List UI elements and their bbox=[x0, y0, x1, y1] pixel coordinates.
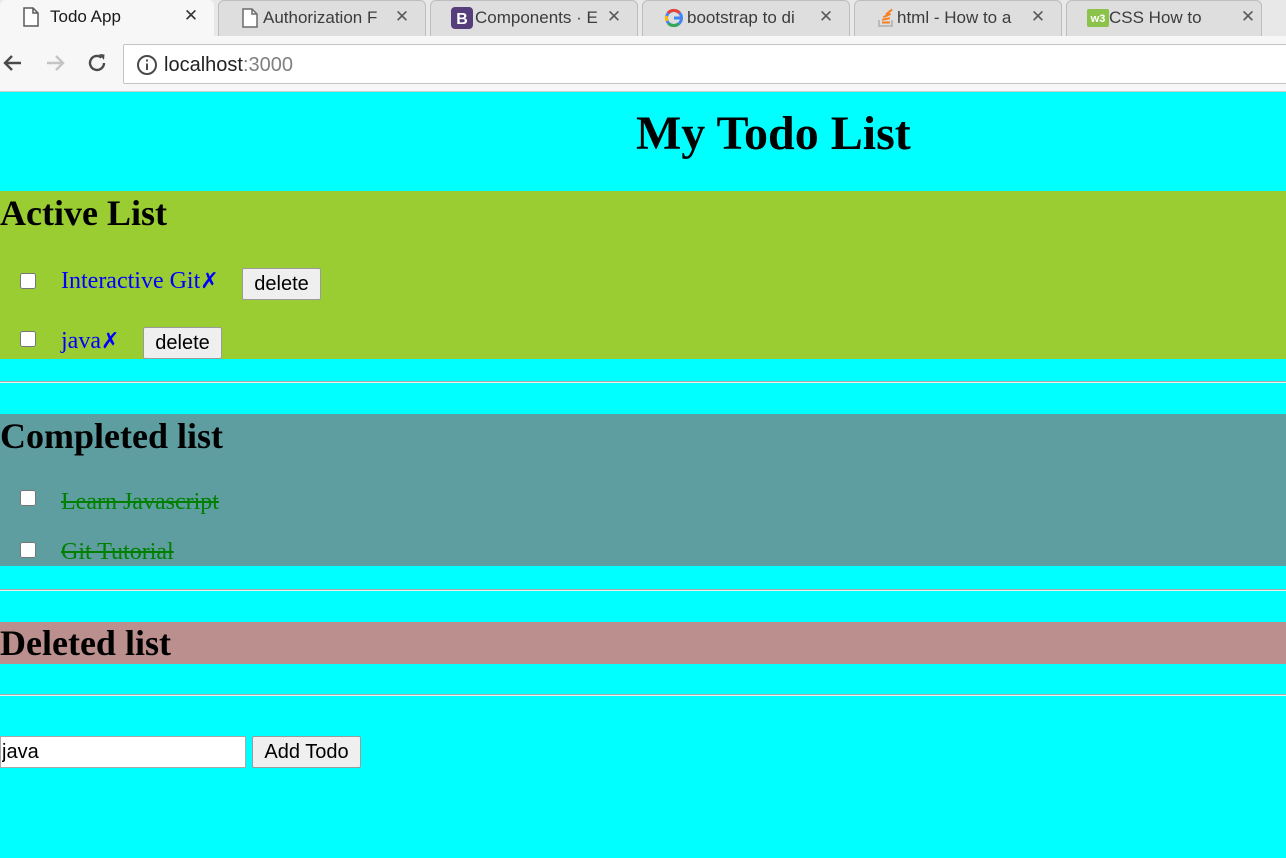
cross-mark-icon[interactable]: ✗ bbox=[101, 329, 119, 354]
stackoverflow-icon bbox=[875, 7, 897, 29]
completed-todo-item: Learn Javascript bbox=[0, 488, 600, 520]
tab-title: Components · E bbox=[475, 8, 598, 27]
divider bbox=[0, 589, 1286, 591]
todo-label: Interactive Git bbox=[61, 268, 201, 294]
deleted-list-heading: Deleted list bbox=[0, 623, 171, 663]
page-title: My Todo List bbox=[636, 107, 911, 160]
url-port: :3000 bbox=[242, 54, 293, 76]
todo-text: java✗ bbox=[61, 327, 119, 356]
completed-todo-item: Git Tutorial bbox=[0, 538, 600, 570]
svg-text:w3: w3 bbox=[1090, 13, 1106, 25]
complete-checkbox[interactable] bbox=[20, 542, 36, 558]
active-list-heading: Active List bbox=[0, 193, 167, 233]
deleted-list-section: Deleted list bbox=[0, 622, 1286, 664]
forward-arrow-icon[interactable] bbox=[42, 50, 68, 76]
page-icon bbox=[239, 7, 261, 29]
address-bar[interactable]: localhost:3000 bbox=[123, 44, 1286, 84]
svg-text:B: B bbox=[456, 11, 468, 28]
divider bbox=[0, 381, 1286, 383]
close-tab-icon[interactable]: ✕ bbox=[1028, 6, 1048, 28]
completed-list-section: Completed list Learn Javascript Git Tuto… bbox=[0, 414, 1286, 566]
complete-checkbox[interactable] bbox=[20, 331, 36, 347]
url-text: localhost:3000 bbox=[164, 53, 293, 77]
completed-list-heading: Completed list bbox=[0, 416, 223, 456]
tab-css-how-to[interactable]: w3 CSS How to ✕ bbox=[1066, 0, 1262, 36]
complete-checkbox[interactable] bbox=[20, 273, 36, 289]
delete-button[interactable]: delete bbox=[143, 327, 222, 359]
tab-title: Todo App bbox=[50, 7, 121, 26]
tab-components[interactable]: B Components · E ✕ bbox=[430, 0, 638, 36]
bootstrap-icon: B bbox=[451, 7, 473, 29]
tab-title: CSS How to bbox=[1109, 8, 1202, 27]
add-todo-button[interactable]: Add Todo bbox=[252, 736, 361, 768]
close-tab-icon[interactable]: ✕ bbox=[181, 5, 201, 27]
active-list-section: Active List Interactive Git✗ delete java… bbox=[0, 191, 1286, 359]
tab-title: html - How to a bbox=[897, 8, 1012, 27]
todo-label: Git Tutorial bbox=[61, 539, 174, 565]
todo-label: Learn Javascript bbox=[61, 489, 219, 515]
browser-toolbar: localhost:3000 bbox=[0, 36, 1286, 92]
page-icon bbox=[20, 6, 42, 28]
url-host: localhost bbox=[164, 54, 243, 76]
close-tab-icon[interactable]: ✕ bbox=[604, 6, 624, 28]
divider bbox=[0, 694, 1286, 696]
delete-button[interactable]: delete bbox=[242, 268, 321, 300]
browser-tab-strip: w3 CSS How to ✕ html - How to a ✕ bootst… bbox=[0, 0, 1286, 36]
close-tab-icon[interactable]: ✕ bbox=[1238, 6, 1258, 28]
active-todo-item: java✗ delete bbox=[0, 326, 600, 359]
tab-title: bootstrap to di bbox=[687, 8, 795, 27]
w3schools-icon: w3 bbox=[1087, 7, 1109, 29]
tab-authorization[interactable]: Authorization F ✕ bbox=[218, 0, 426, 36]
close-tab-icon[interactable]: ✕ bbox=[392, 6, 412, 28]
google-icon bbox=[663, 7, 685, 29]
info-icon[interactable] bbox=[136, 54, 158, 76]
tab-todo-app[interactable]: Todo App ✕ bbox=[0, 0, 214, 36]
cross-mark-icon[interactable]: ✗ bbox=[200, 269, 218, 294]
todo-label: java bbox=[61, 328, 101, 354]
tab-title: Authorization F bbox=[263, 8, 378, 27]
back-arrow-icon[interactable] bbox=[0, 50, 26, 76]
tab-html-how-to[interactable]: html - How to a ✕ bbox=[854, 0, 1062, 36]
new-todo-input[interactable] bbox=[0, 736, 246, 768]
tab-bootstrap-search[interactable]: bootstrap to di ✕ bbox=[642, 0, 850, 36]
todo-text: Interactive Git✗ bbox=[61, 267, 219, 296]
reload-icon[interactable] bbox=[84, 50, 110, 76]
complete-checkbox[interactable] bbox=[20, 490, 36, 506]
active-todo-item: Interactive Git✗ delete bbox=[0, 267, 600, 300]
close-tab-icon[interactable]: ✕ bbox=[816, 6, 836, 28]
